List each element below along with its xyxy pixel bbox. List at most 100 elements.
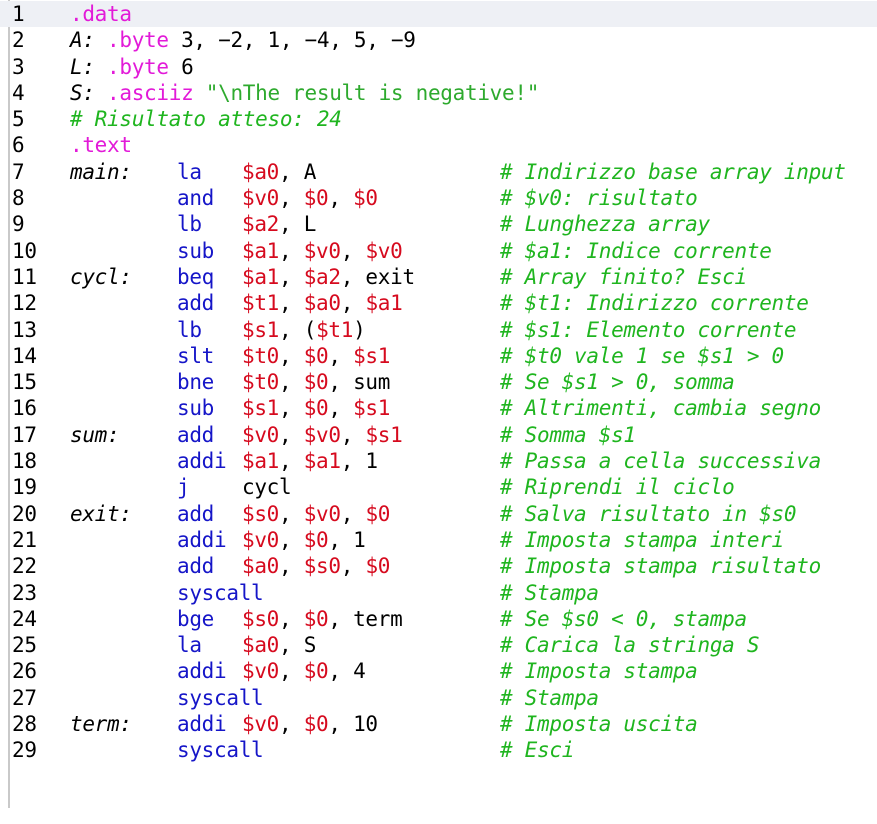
- register: $0: [303, 186, 329, 211]
- instruction-mnemonic: lb: [177, 212, 202, 237]
- code-line[interactable]: 8 and $v0, $0, $0 # $v0: risultato: [0, 185, 877, 211]
- operand: cycl: [242, 475, 292, 500]
- code-line[interactable]: 25 la $a0, S # Carica la stringa S: [0, 632, 877, 658]
- line-number: 3: [12, 54, 25, 79]
- code-line[interactable]: 16 sub $s1, $0, $s1 # Altrimenti, cambia se…: [0, 395, 877, 421]
- code-line[interactable]: 18 addi $a1, $a1, 1 # Passa a cella success…: [0, 448, 877, 474]
- code-line[interactable]: 12 add $t1, $a0, $a1 # $t1: Indirizzo corre…: [0, 290, 877, 316]
- code-comment: # Indirizzo base array input: [500, 159, 846, 184]
- operand: , 1: [328, 527, 366, 552]
- operand: ,: [279, 370, 304, 395]
- instruction-mnemonic: sub: [177, 396, 215, 421]
- code-line[interactable]: 9 lb $a2, L # Lunghezza array: [0, 211, 877, 237]
- instruction-mnemonic: add: [177, 501, 215, 526]
- instruction-operands: $a1, $v0, $v0: [242, 238, 403, 264]
- code-line[interactable]: 15 bne $t0, $0, sum # Se $s1 > 0, somma: [0, 369, 877, 395]
- code-line[interactable]: 22 add $a0, $s0, $0 # Imposta stampa risult…: [0, 553, 877, 579]
- operand: , sum: [328, 370, 391, 395]
- line-number: 21: [12, 527, 37, 552]
- instruction-mnemonic: addi: [177, 527, 227, 552]
- instruction-operands: $a1, $a1, 1: [242, 448, 378, 474]
- register: $a1: [365, 291, 403, 316]
- instruction-operands: $t0, $0, sum: [242, 369, 390, 395]
- register: $a1: [242, 264, 280, 289]
- register: $s1: [353, 396, 391, 421]
- code-line[interactable]: 27 syscall # Stampa: [0, 685, 877, 711]
- register: $a0: [242, 554, 280, 579]
- operand: ,: [340, 238, 366, 263]
- code-line[interactable]: 29 syscall # Esci: [0, 737, 877, 763]
- code-label: exit:: [70, 501, 132, 526]
- instruction-mnemonic: syscall: [177, 685, 264, 710]
- line-number: 4: [12, 80, 25, 105]
- code-comment: # Altrimenti, cambia segno: [500, 396, 821, 421]
- register: $s0: [242, 606, 280, 631]
- code-line[interactable]: 19 j cycl # Riprendi il ciclo: [0, 474, 877, 500]
- token-kw: [193, 81, 205, 105]
- code-line[interactable]: 4 S: .asciiz "\nThe result is negative!": [0, 80, 877, 106]
- line-number: 12: [12, 291, 37, 316]
- code-text: .data: [70, 1, 132, 27]
- operand: ,: [279, 712, 304, 737]
- register: $t0: [242, 370, 280, 395]
- code-line[interactable]: 21 addi $v0, $0, 1 # Imposta stampa interi: [0, 527, 877, 553]
- register: $0: [303, 396, 329, 421]
- operand: , exit: [340, 264, 415, 289]
- register: $s1: [242, 317, 280, 342]
- code-comment: # Imposta stampa risultato: [500, 554, 821, 579]
- code-line[interactable]: 13 lb $s1, ($t1) # $s1: Elemento corrente: [0, 317, 877, 343]
- register: $a1: [242, 238, 280, 263]
- instruction-mnemonic: addi: [177, 659, 227, 684]
- code-line[interactable]: 7 main: la $a0, A # Indirizzo base array inp…: [0, 159, 877, 185]
- code-line[interactable]: 10 sub $a1, $v0, $v0 # $a1: Indice corrente: [0, 238, 877, 264]
- code-comment: # Stampa: [500, 685, 599, 710]
- code-line[interactable]: 26 addi $v0, $0, 4 # Imposta stampa: [0, 658, 877, 684]
- line-number: 27: [12, 685, 37, 710]
- code-comment: # $s1: Elemento corrente: [500, 317, 797, 342]
- code-line[interactable]: 24 bge $s0, $0, term # Se $s0 < 0, stampa: [0, 606, 877, 632]
- operand: ,: [279, 396, 304, 421]
- register: $s0: [303, 554, 341, 579]
- token-dir: .byte: [107, 28, 169, 53]
- line-number: 22: [12, 554, 37, 579]
- code-line[interactable]: 6 .text: [0, 132, 877, 158]
- token-dir: .byte: [107, 54, 169, 79]
- code-line[interactable]: 14 slt $t0, $0, $s1 # $t0 vale 1 se $s1 > 0: [0, 343, 877, 369]
- register: $0: [303, 370, 329, 395]
- line-number: 15: [12, 370, 37, 395]
- code-comment: # Se $s1 > 0, somma: [500, 370, 735, 395]
- token-lbl: S:: [70, 80, 108, 105]
- instruction-operands: cycl: [242, 474, 292, 500]
- code-line[interactable]: 23 syscall # Stampa: [0, 580, 877, 606]
- code-line[interactable]: 17 sum: add $v0, $v0, $s1 # Somma $s1: [0, 422, 877, 448]
- operand: ,: [279, 186, 304, 211]
- code-lines[interactable]: 1 .data 2 A: .byte 3, −2, 1, −4, 5, −9 3 L: .…: [0, 1, 877, 764]
- register: $v0: [242, 186, 280, 211]
- register: $v0: [303, 501, 341, 526]
- code-line[interactable]: 5 # Risultato atteso: 24: [0, 106, 877, 132]
- code-comment: # Array finito? Esci: [500, 264, 747, 289]
- code-line[interactable]: 2 A: .byte 3, −2, 1, −4, 5, −9: [0, 27, 877, 53]
- instruction-mnemonic: add: [177, 291, 215, 316]
- register: $0: [303, 343, 329, 368]
- register: $a0: [242, 159, 280, 184]
- code-line[interactable]: 20 exit: add $s0, $v0, $0 # Salva risultato …: [0, 501, 877, 527]
- register: $a2: [303, 264, 341, 289]
- register: $a0: [242, 633, 280, 658]
- code-line[interactable]: 28 term: addi $v0, $0, 10 # Imposta uscita: [0, 711, 877, 737]
- code-comment: # Imposta uscita: [500, 712, 698, 737]
- operand: ,: [279, 291, 304, 316]
- instruction-operands: $a0, A: [242, 159, 316, 185]
- code-line[interactable]: 11 cycl: beq $a1, $a2, exit # Array finito? …: [0, 264, 877, 290]
- code-comment: # $t0 vale 1 se $s1 > 0: [500, 343, 784, 368]
- code-line[interactable]: 3 L: .byte 6: [0, 54, 877, 80]
- code-editor[interactable]: 1 .data 2 A: .byte 3, −2, 1, −4, 5, −9 3 L: .…: [0, 0, 877, 824]
- token-kw: 3, −2, 1, −4, 5, −9: [168, 28, 416, 53]
- code-text: # Risultato atteso: 24: [70, 106, 342, 132]
- operand: ,: [328, 343, 354, 368]
- code-line[interactable]: 1 .data: [0, 1, 877, 28]
- token-cmt: # Risultato atteso: 24: [70, 107, 342, 132]
- register: $t0: [242, 343, 280, 368]
- register: $v0: [242, 527, 280, 552]
- register: $a2: [242, 212, 280, 237]
